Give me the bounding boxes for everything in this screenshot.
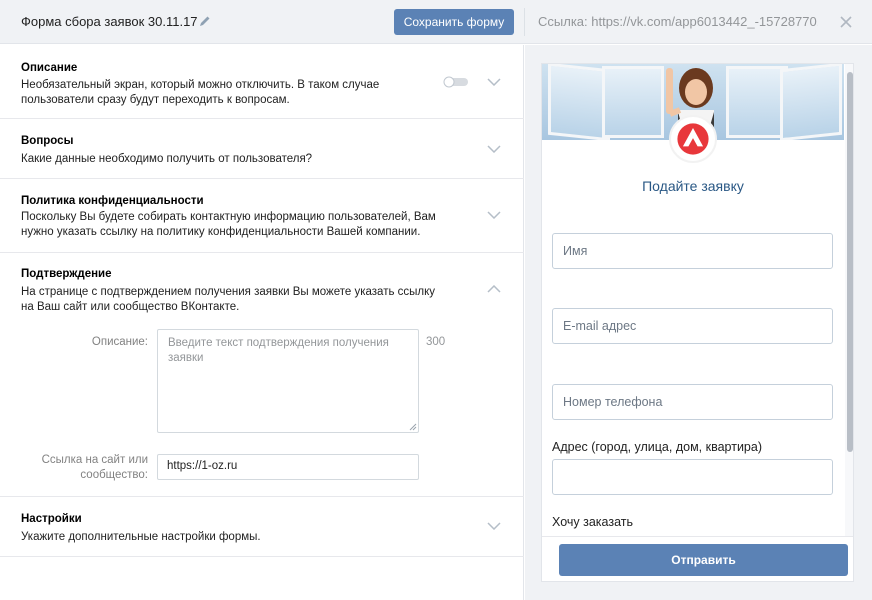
pencil-icon[interactable] <box>198 14 212 28</box>
section-desc: Необязательный экран, который можно откл… <box>21 79 380 106</box>
window-decor <box>548 64 610 140</box>
settings-panel: Описание Необязательный экран, который м… <box>0 45 524 600</box>
description-label: Описание: <box>91 336 148 348</box>
link-label-line: Ссылка на сайт или <box>41 454 148 466</box>
email-field[interactable]: E-mail адрес <box>552 308 833 344</box>
form-title: Форма сбора заявок 30.11.17 <box>21 14 198 29</box>
section-title: Настройки <box>21 513 82 525</box>
link-label-line: сообщество: <box>80 469 148 481</box>
chevron-down-icon[interactable] <box>487 78 501 86</box>
toggle-switch[interactable] <box>443 76 469 88</box>
chevron-down-icon[interactable] <box>487 211 501 219</box>
order-label: Хочу заказать <box>552 515 633 529</box>
confirmation-text-input[interactable]: Введите текст подтверждения получения за… <box>157 329 419 433</box>
close-icon[interactable] <box>838 14 854 30</box>
save-form-button[interactable]: Сохранить форму <box>394 9 514 35</box>
divider <box>524 8 525 36</box>
section-title: Подтверждение <box>21 268 112 280</box>
link-label: Ссылка на сайт или сообщество: <box>24 453 148 483</box>
form-preview: Подайте заявку Имя E-mail адрес Номер те… <box>541 63 854 582</box>
scrollbar-thumb[interactable] <box>847 72 853 452</box>
address-field[interactable] <box>552 459 833 495</box>
form-link[interactable]: Ссылка: https://vk.com/app6013442_-15728… <box>538 14 818 29</box>
top-bar: Форма сбора заявок 30.11.17 Сохранить фо… <box>0 0 872 44</box>
section-desc: Укажите дополнительные настройки формы. <box>21 531 261 543</box>
window-decor <box>780 64 842 140</box>
char-counter: 300 <box>426 336 446 348</box>
section-desc: Какие данные необходимо получить от поль… <box>21 153 313 165</box>
section-questions[interactable]: Вопросы Какие данные необходимо получить… <box>0 119 524 179</box>
section-desc: На странице с подтверждением получения з… <box>21 286 436 313</box>
chevron-down-icon[interactable] <box>487 522 501 530</box>
phone-field[interactable]: Номер телефона <box>552 384 833 420</box>
section-description[interactable]: Описание Необязательный экран, который м… <box>0 45 524 119</box>
preview-title: Подайте заявку <box>642 178 744 194</box>
resize-handle-icon[interactable] <box>409 423 417 431</box>
name-field[interactable]: Имя <box>552 233 833 269</box>
section-privacy-policy[interactable]: Политика конфиденциальности Поскольку Вы… <box>0 179 524 253</box>
brand-logo <box>669 115 717 163</box>
submit-bar: Отправить <box>542 536 853 581</box>
submit-button[interactable]: Отправить <box>559 544 848 576</box>
chevron-up-icon[interactable] <box>487 285 501 293</box>
section-title: Вопросы <box>21 135 74 147</box>
address-label: Адрес (город, улица, дом, квартира) <box>552 440 762 454</box>
section-desc: Поскольку Вы будете собирать контактную … <box>21 211 436 238</box>
section-title: Описание <box>21 62 78 74</box>
chevron-down-icon[interactable] <box>487 145 501 153</box>
section-title: Политика конфиденциальности <box>21 195 204 207</box>
section-settings[interactable]: Настройки Укажите дополнительные настрой… <box>0 497 524 557</box>
window-decor <box>602 66 664 138</box>
site-link-input[interactable]: https://1-oz.ru <box>157 454 419 480</box>
